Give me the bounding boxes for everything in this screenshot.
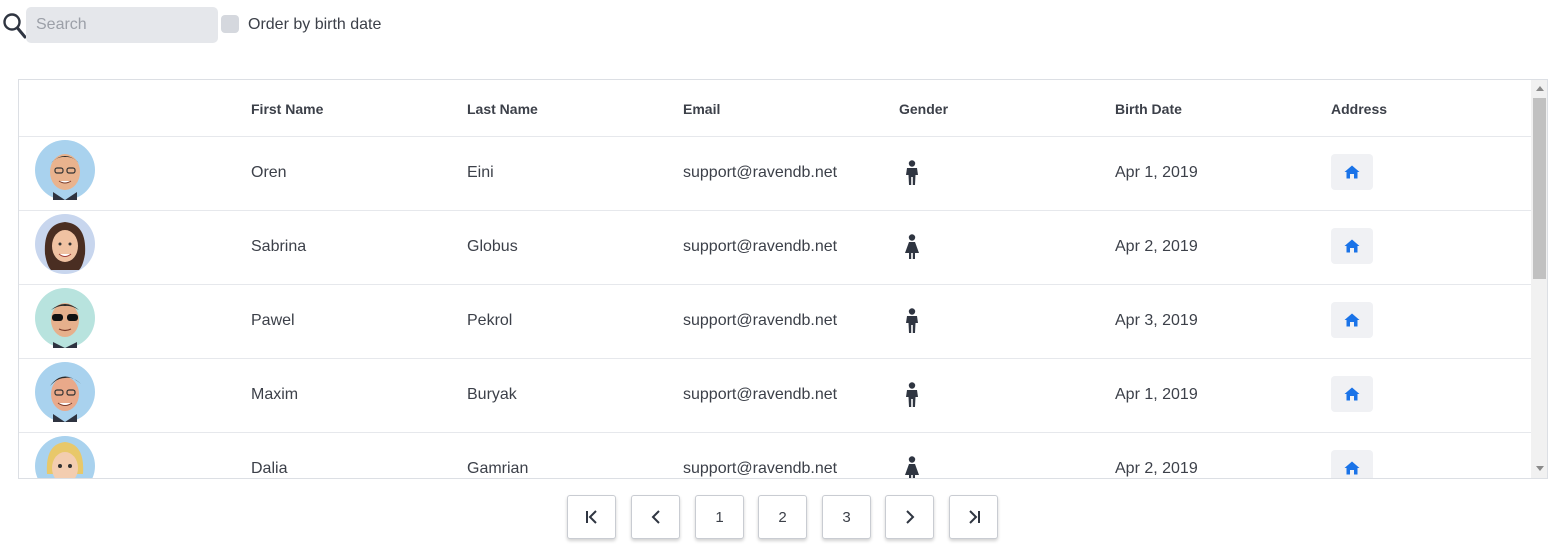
last-name-cell: Pekrol: [467, 312, 513, 329]
header-birth-date: Birth Date: [1115, 101, 1182, 117]
avatar: [35, 214, 95, 274]
last-name-cell: Globus: [467, 238, 518, 255]
header-address: Address: [1331, 101, 1388, 117]
last-name-cell: Gamrian: [467, 460, 529, 477]
search-input[interactable]: [26, 7, 218, 43]
page-3-button[interactable]: 3: [822, 495, 871, 539]
page-1-button[interactable]: 1: [695, 495, 744, 539]
home-icon: [1344, 313, 1360, 327]
table-row: Dalia Gamrian support@ravendb.net Apr 2,…: [19, 432, 1531, 478]
email-cell: support@ravendb.net: [683, 386, 838, 403]
birth-date-cell: Apr 2, 2019: [1115, 460, 1198, 477]
address-button[interactable]: [1331, 450, 1373, 478]
table-row: Maxim Buryak support@ravendb.net Apr 1, …: [19, 358, 1531, 433]
home-icon: [1344, 165, 1360, 179]
last-name-cell: Buryak: [467, 386, 517, 403]
first-page-button[interactable]: [567, 495, 616, 539]
first-name-cell: Oren: [251, 164, 287, 181]
scroll-thumb[interactable]: [1533, 98, 1546, 279]
female-icon: [905, 234, 919, 259]
prev-page-button[interactable]: [631, 495, 680, 539]
home-icon: [1344, 461, 1360, 475]
table-header: First Name Last Name Email Gender Birth …: [19, 80, 1531, 137]
next-page-button[interactable]: [885, 495, 934, 539]
first-name-cell: Maxim: [251, 386, 299, 403]
address-button[interactable]: [1331, 154, 1373, 190]
chevron-right-icon: [905, 510, 914, 524]
header-email: Email: [683, 101, 721, 117]
last-page-icon: [968, 510, 980, 524]
home-icon: [1344, 387, 1360, 401]
male-icon: [906, 160, 918, 185]
first-name-cell: Pawel: [251, 312, 295, 329]
table-row: Pawel Pekrol support@ravendb.net Apr 3, …: [19, 284, 1531, 359]
first-page-icon: [585, 510, 597, 524]
avatar: [35, 362, 95, 422]
email-cell: support@ravendb.net: [683, 460, 838, 477]
birth-date-cell: Apr 1, 2019: [1115, 164, 1198, 181]
scroll-down-arrow-icon[interactable]: [1536, 466, 1544, 471]
email-cell: support@ravendb.net: [683, 312, 838, 329]
chevron-left-icon: [651, 510, 660, 524]
address-button[interactable]: [1331, 302, 1373, 338]
vertical-scrollbar[interactable]: [1531, 80, 1547, 478]
address-button[interactable]: [1331, 376, 1373, 412]
birth-date-cell: Apr 1, 2019: [1115, 386, 1198, 403]
avatar: [35, 140, 95, 200]
first-name-cell: Dalia: [251, 460, 288, 477]
email-cell: support@ravendb.net: [683, 238, 838, 255]
table-row: Oren Eini support@ravendb.net Apr 1, 201…: [19, 136, 1531, 211]
last-page-button[interactable]: [949, 495, 998, 539]
first-name-cell: Sabrina: [251, 238, 307, 255]
order-by-birth-date-label: Order by birth date: [248, 16, 382, 33]
header-gender: Gender: [899, 101, 949, 117]
page-2-button[interactable]: 2: [758, 495, 807, 539]
header-last-name: Last Name: [467, 101, 538, 117]
male-icon: [906, 382, 918, 407]
home-icon: [1344, 239, 1360, 253]
avatar: [35, 288, 95, 348]
birth-date-cell: Apr 2, 2019: [1115, 238, 1198, 255]
table-row: Sabrina Globus support@ravendb.net Apr 2…: [19, 210, 1531, 285]
birth-date-cell: Apr 3, 2019: [1115, 312, 1198, 329]
female-icon: [905, 456, 919, 478]
scroll-up-arrow-icon[interactable]: [1536, 86, 1544, 91]
address-button[interactable]: [1331, 228, 1373, 264]
search-icon[interactable]: [2, 12, 28, 40]
last-name-cell: Eini: [467, 164, 494, 181]
male-icon: [906, 308, 918, 333]
email-cell: support@ravendb.net: [683, 164, 838, 181]
avatar: [35, 436, 95, 478]
header-first-name: First Name: [251, 101, 324, 117]
order-by-birth-date-checkbox[interactable]: [221, 15, 239, 33]
users-table: First Name Last Name Email Gender Birth …: [18, 79, 1548, 479]
